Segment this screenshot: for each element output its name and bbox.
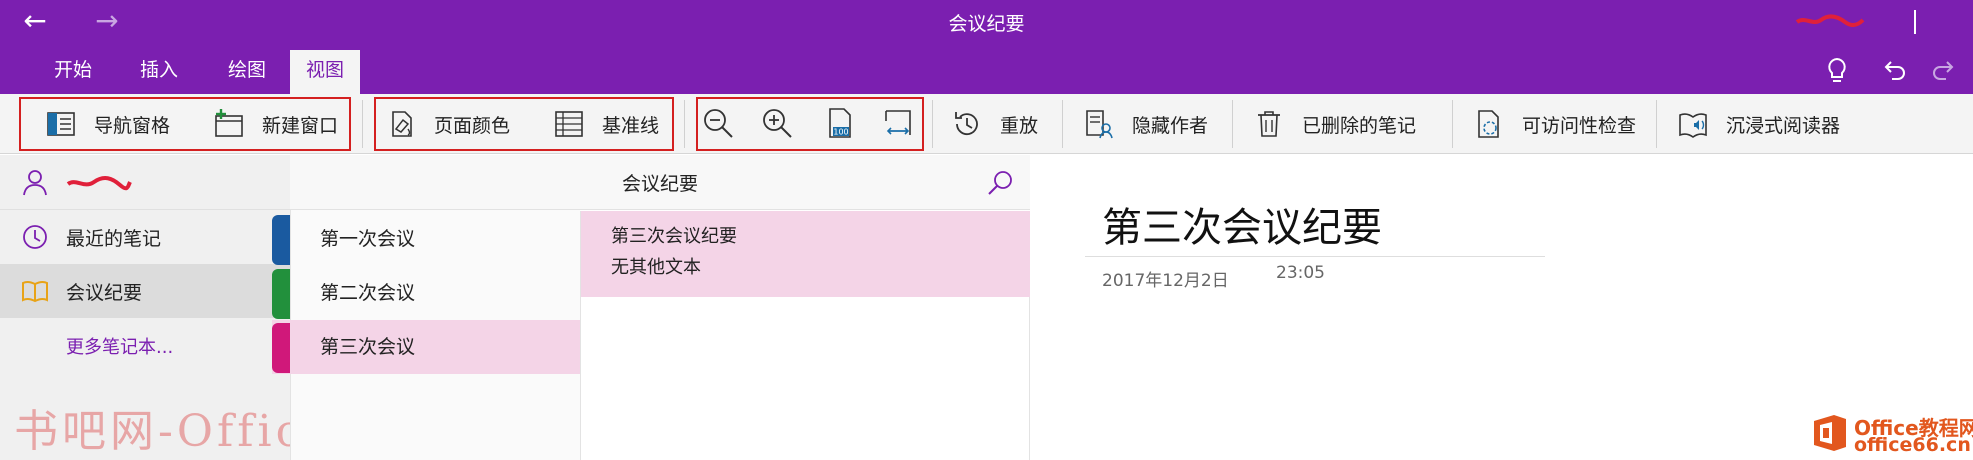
redacted-user-mark (1795, 14, 1865, 28)
account-row[interactable] (0, 155, 290, 210)
section-item-first-meeting[interactable]: 第一次会议 (272, 212, 580, 266)
page-color-icon (392, 111, 412, 137)
section-item-second-meeting[interactable]: 第二次会议 (272, 266, 580, 320)
hide-authors-button[interactable]: 隐藏作者 (1082, 104, 1208, 144)
rule-lines-label: 基准线 (602, 114, 660, 137)
page-date: 2017年12月2日 (1102, 271, 1229, 291)
new-window-icon (215, 109, 243, 137)
redo-icon[interactable] (1928, 54, 1962, 88)
page-list-item[interactable]: 第三次会议纪要 无其他文本 (581, 211, 1030, 297)
immersive-reader-label: 沉浸式阅读器 (1726, 114, 1841, 137)
immersive-reader-button[interactable]: 沉浸式阅读器 (1676, 104, 1840, 144)
page-time: 23:05 (1276, 263, 1325, 283)
tab-home[interactable]: 开始 (38, 50, 108, 94)
undo-icon[interactable] (1876, 54, 1910, 88)
ribbon-separator (1656, 100, 1657, 148)
search-icon[interactable] (985, 168, 1015, 198)
recent-notes-item[interactable]: 最近的笔记 (0, 210, 290, 264)
page-color-label: 页面颜色 (434, 114, 511, 137)
ribbon-view-commands: 导航窗格 新建窗口 页面颜色 基准线 100 重放 隐藏作者 已删除的笔记 可访… (0, 94, 1973, 154)
zoom-in-icon[interactable] (759, 105, 795, 141)
deleted-notes-label: 已删除的笔记 (1302, 114, 1417, 137)
office-logo-icon (1814, 415, 1846, 451)
new-window-label: 新建窗口 (262, 114, 339, 137)
site-logo: Office教程网 office66.cn (1810, 410, 1973, 458)
zoom-out-icon[interactable] (700, 105, 736, 141)
navigation-pane-label: 导航窗格 (94, 114, 171, 137)
page-item-snippet: 无其他文本 (611, 257, 701, 278)
ribbon-separator (932, 100, 933, 148)
svg-text:100: 100 (833, 128, 848, 137)
accessibility-check-button[interactable]: 可访问性检查 (1472, 104, 1636, 144)
hide-authors-icon (1086, 110, 1113, 139)
section-item-third-meeting[interactable]: 第三次会议 (272, 320, 580, 374)
lightbulb-icon[interactable] (1820, 54, 1854, 88)
new-window-button[interactable]: 新建窗口 (212, 104, 338, 144)
clock-icon (23, 225, 47, 249)
window-title: 会议纪要 (948, 13, 1025, 35)
accessibility-check-icon (1478, 110, 1499, 138)
zoom-100-icon[interactable]: 100 (822, 105, 858, 141)
accessibility-check-label: 可访问性检查 (1522, 114, 1637, 137)
title-divider (1914, 10, 1916, 34)
rule-lines-button[interactable]: 基准线 (552, 104, 659, 144)
section-header-title: 会议纪要 (621, 173, 698, 195)
notebook-label: 会议纪要 (66, 281, 143, 304)
section-color-tab[interactable] (272, 323, 290, 373)
page-color-button[interactable]: 页面颜色 (384, 104, 510, 144)
replay-label: 重放 (1000, 114, 1039, 137)
notebook-icon (22, 280, 48, 303)
redacted-account-name (66, 176, 132, 191)
navigation-pane-button[interactable]: 导航窗格 (44, 104, 170, 144)
rule-lines-icon (555, 111, 583, 137)
title-underline (1085, 256, 1545, 257)
ribbon-separator (1452, 100, 1453, 148)
logo-line-2: office66.cn (1854, 434, 1971, 456)
ribbon-separator (1062, 100, 1063, 148)
notebook-item-meeting-minutes[interactable]: 会议纪要 (0, 264, 290, 318)
notebook-pane: 最近的笔记 会议纪要 更多笔记本... 书吧网-Office教程网 (0, 155, 474, 460)
ribbon-separator (1232, 100, 1233, 148)
page-title[interactable]: 第三次会议纪要 (1102, 195, 1382, 253)
ribbon-separator (362, 100, 363, 148)
tab-insert[interactable]: 插入 (124, 50, 194, 94)
more-notebooks-link[interactable]: 更多笔记本... (66, 333, 173, 359)
ribbon-separator (684, 100, 685, 148)
page-item-title: 第三次会议纪要 (611, 226, 737, 247)
tab-draw[interactable]: 绘图 (212, 50, 282, 94)
hide-authors-label: 隐藏作者 (1132, 114, 1209, 137)
trash-icon (1258, 111, 1280, 137)
replay-button[interactable]: 重放 (950, 104, 1038, 144)
immersive-reader-icon (1679, 113, 1707, 138)
tab-view[interactable]: 视图 (290, 50, 361, 94)
ribbon-tab-bar: 开始 插入 绘图 视图 (0, 44, 1973, 94)
recent-notes-label: 最近的笔记 (66, 227, 162, 250)
title-bar: ← → 会议纪要 (0, 0, 1973, 44)
navigation-pane-icon (47, 112, 75, 136)
page-width-icon[interactable] (880, 105, 916, 141)
deleted-notes-button[interactable]: 已删除的笔记 (1252, 104, 1416, 144)
person-icon (23, 170, 47, 196)
page-list-pane: 第三次会议纪要 无其他文本 (580, 211, 1030, 460)
history-icon (955, 112, 978, 136)
page-list-header: 会议纪要 (290, 155, 1030, 210)
